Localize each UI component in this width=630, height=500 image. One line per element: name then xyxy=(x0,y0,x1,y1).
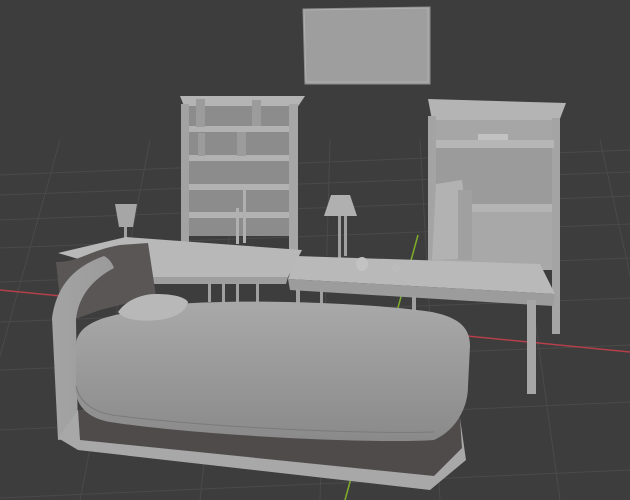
table-lamp[interactable] xyxy=(115,204,137,241)
desk-lamp[interactable] xyxy=(324,195,357,258)
chair[interactable] xyxy=(432,180,472,260)
viewport-canvas[interactable] xyxy=(0,0,630,500)
3d-viewport[interactable] xyxy=(0,0,630,500)
wall-frame[interactable] xyxy=(302,6,431,85)
